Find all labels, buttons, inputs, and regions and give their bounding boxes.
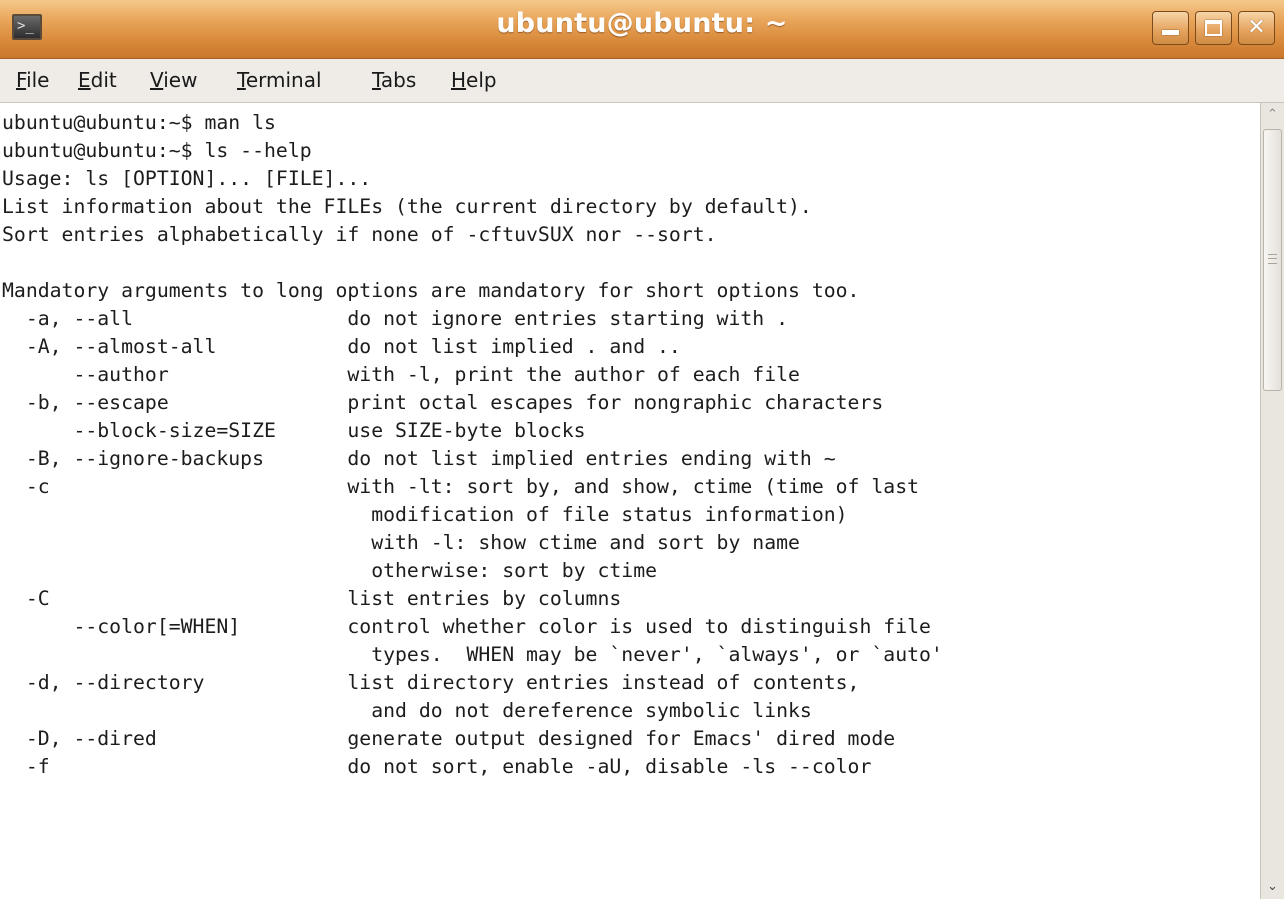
grip-icon — [1268, 254, 1277, 264]
close-icon: ✕ — [1247, 15, 1266, 40]
terminal-line: otherwise: sort by ctime — [2, 559, 658, 582]
vertical-scrollbar[interactable]: ⌃ ⌄ — [1260, 103, 1284, 899]
minimize-icon — [1153, 12, 1188, 44]
terminal-line: Mandatory arguments to long options are … — [2, 279, 860, 302]
maximize-icon — [1196, 12, 1231, 44]
menu-terminal[interactable]: Terminal — [237, 68, 322, 92]
terminal-line: -f do not sort, enable -aU, disable -ls … — [2, 755, 872, 778]
menu-edit[interactable]: Edit — [78, 68, 117, 92]
terminal-line: and do not dereference symbolic links — [2, 699, 812, 722]
menu-file[interactable]: File — [16, 68, 49, 92]
terminal-line: --block-size=SIZE use SIZE-byte blocks — [2, 419, 586, 442]
terminal-line: --author with -l, print the author of ea… — [2, 363, 800, 386]
terminal-window: >_ ubuntu@ubuntu: ~ ✕ File Edit View Ter… — [0, 0, 1284, 899]
window-title: ubuntu@ubuntu: ~ — [496, 8, 788, 39]
terminal-line: modification of file status information) — [2, 503, 848, 526]
terminal-line: with -l: show ctime and sort by name — [2, 531, 800, 554]
close-button[interactable]: ✕ — [1238, 11, 1275, 45]
title-bar[interactable]: >_ ubuntu@ubuntu: ~ ✕ — [0, 0, 1284, 59]
terminal-line: -a, --all do not ignore entries starting… — [2, 307, 789, 330]
terminal-line: -C list entries by columns — [2, 587, 622, 610]
terminal-output[interactable]: ubuntu@ubuntu:~$ man ls ubuntu@ubuntu:~$ … — [0, 103, 1260, 899]
terminal-line: Sort entries alphabetically if none of -… — [2, 223, 717, 246]
menu-view[interactable]: View — [150, 68, 197, 92]
terminal-line: types. WHEN may be `never', `always', or… — [2, 643, 943, 666]
menu-help[interactable]: Help — [451, 68, 497, 92]
minimize-button[interactable] — [1152, 11, 1189, 45]
terminal-line: -d, --directory list directory entries i… — [2, 671, 860, 694]
scroll-thumb[interactable] — [1263, 129, 1282, 391]
terminal-line: ubuntu@ubuntu:~$ man ls — [2, 111, 276, 134]
maximize-button[interactable] — [1195, 11, 1232, 45]
menu-tabs[interactable]: Tabs — [372, 68, 416, 92]
terminal-line: -A, --almost-all do not list implied . a… — [2, 335, 681, 358]
menu-bar: File Edit View Terminal Tabs Help — [0, 59, 1284, 103]
terminal-line: Usage: ls [OPTION]... [FILE]... — [2, 167, 372, 190]
terminal-line: -B, --ignore-backups do not list implied… — [2, 447, 836, 470]
terminal-line: -D, --dired generate output designed for… — [2, 727, 896, 750]
terminal-line: -c with -lt: sort by, and show, ctime (t… — [2, 475, 920, 498]
terminal-line: -b, --escape print octal escapes for non… — [2, 391, 884, 414]
terminal-line: --color[=WHEN] control whether color is … — [2, 615, 931, 638]
scroll-up-arrow-icon[interactable]: ⌃ — [1261, 103, 1284, 127]
scroll-down-arrow-icon[interactable]: ⌄ — [1261, 875, 1284, 899]
terminal-line: ubuntu@ubuntu:~$ ls --help — [2, 139, 312, 162]
terminal-line: List information about the FILEs (the cu… — [2, 195, 812, 218]
